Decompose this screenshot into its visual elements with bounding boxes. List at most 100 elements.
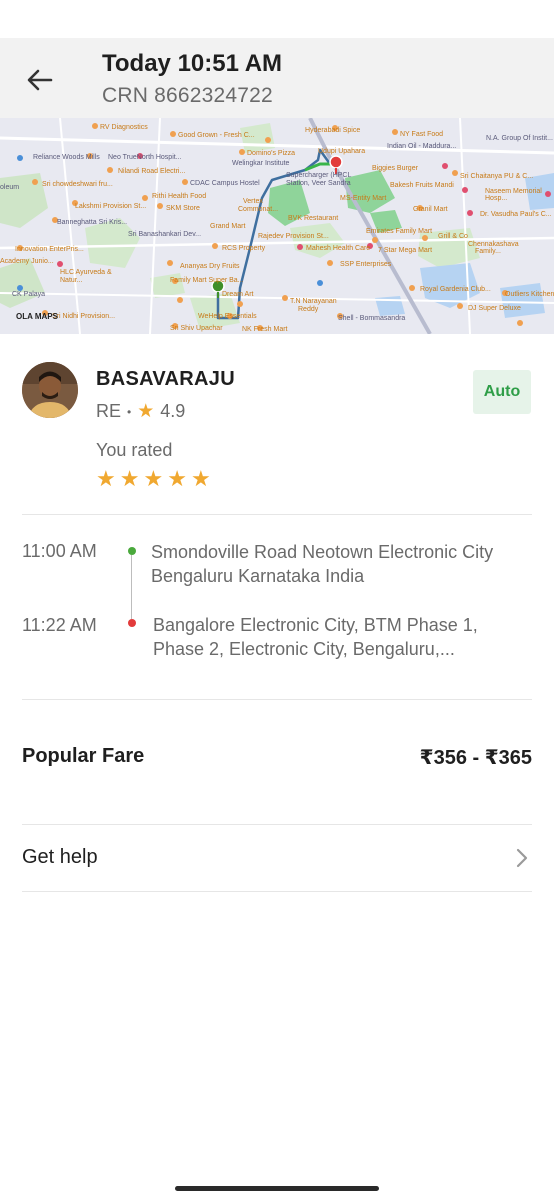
svg-text:oleum: oleum: [0, 184, 19, 191]
svg-text:Rajedev Provision St...: Rajedev Provision St...: [258, 233, 329, 240]
svg-text:Academy Junio...: Academy Junio...: [0, 258, 54, 265]
header: Today 10:51 AM CRN 8662324722: [0, 38, 554, 118]
map-canvas: RV Diagnostics Good Grown - Fresh C... H…: [0, 118, 554, 334]
svg-text:Station, Veer Sandra: Station, Veer Sandra: [286, 180, 351, 187]
driver-avatar: [22, 362, 78, 418]
svg-text:HLC Ayurveda &: HLC Ayurveda &: [60, 269, 112, 276]
star-icon: ★: [167, 466, 187, 491]
svg-text:NY Fast Food: NY Fast Food: [400, 131, 443, 138]
svg-text:Indian Oil - Maddura...: Indian Oil - Maddura...: [387, 143, 456, 150]
ride-datetime: Today 10:51 AM: [102, 50, 283, 77]
svg-text:Chennakashava: Chennakashava: [468, 241, 519, 248]
svg-text:WeHelp Essentials: WeHelp Essentials: [198, 313, 257, 320]
you-rated-label: You rated: [96, 440, 173, 460]
svg-text:Natur...: Natur...: [60, 277, 83, 284]
svg-text:Innovation EnterPris...: Innovation EnterPris...: [15, 246, 84, 253]
svg-text:CDAC Campus Hostel: CDAC Campus Hostel: [190, 180, 260, 187]
svg-text:Commonat...: Commonat...: [238, 206, 278, 213]
divider: [22, 514, 532, 515]
drop-dot-icon: [128, 619, 136, 627]
svg-text:Royal Gardenia Club...: Royal Gardenia Club...: [420, 286, 491, 293]
svg-text:Naseem Memorial: Naseem Memorial: [485, 188, 542, 195]
svg-text:Outliers Kitchen: Outliers Kitchen: [505, 291, 554, 298]
user-rating-stars: ★ ★ ★ ★ ★: [96, 468, 211, 490]
svg-text:Sri Banashankari Dev...: Sri Banashankari Dev...: [128, 231, 201, 238]
svg-text:Emirates Family Mart: Emirates Family Mart: [366, 228, 432, 235]
star-icon: ★: [119, 466, 140, 491]
status-bar: [0, 0, 554, 38]
route-map[interactable]: RV Diagnostics Good Grown - Fresh C... H…: [0, 118, 554, 334]
drop-time: 11:22 AM: [22, 615, 97, 635]
back-button[interactable]: [18, 58, 62, 102]
driver-name: BASAVARAJU: [96, 368, 235, 390]
star-icon: ★: [143, 466, 164, 491]
star-icon: ★: [190, 466, 211, 491]
svg-text:Grand Mart: Grand Mart: [210, 223, 245, 230]
crn-number: CRN 8662324722: [102, 84, 273, 107]
svg-text:Nilandi Road Electri...: Nilandi Road Electri...: [118, 168, 185, 175]
svg-text:SKM Store: SKM Store: [166, 205, 200, 212]
svg-text:Sri Chaitanya PU & C...: Sri Chaitanya PU & C...: [460, 173, 533, 180]
svg-text:Domino's Pizza: Domino's Pizza: [247, 150, 295, 157]
svg-text:Rithi Health Food: Rithi Health Food: [152, 193, 206, 200]
svg-text:Lakshmi Provision St...: Lakshmi Provision St...: [75, 203, 146, 210]
separator-dot: •: [127, 404, 132, 419]
map-watermark: OLA MAPS: [16, 312, 59, 321]
drop-address: Bangalore Electronic City, BTM Phase 1, …: [153, 615, 478, 659]
svg-text:Shell - Bommasandra: Shell - Bommasandra: [338, 315, 405, 322]
svg-text:Reliance Woods Mills: Reliance Woods Mills: [33, 154, 100, 161]
svg-text:Banneghatta Sri Kris...: Banneghatta Sri Kris...: [57, 219, 127, 226]
svg-text:Sri Nidhi Provision...: Sri Nidhi Provision...: [52, 313, 115, 320]
home-indicator[interactable]: [175, 1186, 379, 1191]
svg-text:CK Palaya: CK Palaya: [12, 291, 45, 298]
svg-text:Welingkar Institute: Welingkar Institute: [232, 160, 290, 167]
get-help-row[interactable]: Get help: [0, 826, 554, 890]
pickup-time: 11:00 AM: [22, 541, 97, 561]
svg-text:Good Grown - Fresh C...: Good Grown - Fresh C...: [178, 132, 255, 139]
svg-text:Biggies Burger: Biggies Burger: [372, 165, 419, 172]
svg-text:T.N Narayanan: T.N Narayanan: [290, 298, 337, 305]
svg-text:Ananyas Dry Fruits: Ananyas Dry Fruits: [180, 263, 240, 270]
svg-text:Reddy: Reddy: [298, 306, 319, 313]
arrow-left-icon: [27, 69, 53, 91]
svg-text:Hosp...: Hosp...: [485, 195, 507, 202]
svg-text:MS-Entity Mart: MS-Entity Mart: [340, 195, 386, 202]
driver-meta: RE • ★ 4.9: [96, 400, 185, 423]
star-icon: ★: [96, 466, 116, 491]
divider: [22, 824, 532, 825]
driver-card: BASAVARAJU RE • ★ 4.9 Auto You rated ★ ★…: [0, 334, 554, 514]
route-connector: [131, 555, 132, 619]
svg-text:SSP Enterprises: SSP Enterprises: [340, 261, 392, 268]
svg-text:Family Mart Super Ba...: Family Mart Super Ba...: [170, 277, 244, 284]
star-icon: ★: [137, 401, 155, 422]
chevron-right-icon: [516, 848, 528, 868]
pickup-address: Smondoville Road Neotown Electronic City…: [151, 542, 494, 586]
svg-text:Bakesh Fruits Mandi: Bakesh Fruits Mandi: [390, 182, 454, 189]
svg-text:Sri chowdeshwari fru...: Sri chowdeshwari fru...: [42, 181, 113, 188]
svg-text:Sri Shiv Upachar: Sri Shiv Upachar: [170, 325, 223, 332]
get-help-label: Get help: [22, 846, 98, 868]
svg-text:Neo TrueNorth Hospit...: Neo TrueNorth Hospit...: [108, 154, 182, 161]
svg-text:Dr. Vasudha Paul's C...: Dr. Vasudha Paul's C...: [480, 211, 552, 218]
vehicle-type-badge: Auto: [473, 370, 531, 414]
divider: [22, 891, 532, 892]
fare-value: ₹356 - ₹365: [419, 747, 532, 769]
svg-text:Mahesh Health Care: Mahesh Health Care: [306, 245, 370, 252]
svg-text:RV Diagnostics: RV Diagnostics: [100, 124, 148, 131]
svg-text:Dream Art: Dream Art: [222, 291, 254, 298]
svg-text:N.A. Group Of Instit...: N.A. Group Of Instit...: [486, 135, 553, 142]
svg-text:Granil Mart: Granil Mart: [413, 206, 448, 213]
svg-text:Supercharger (HPCL: Supercharger (HPCL: [286, 172, 351, 179]
svg-text:RCS Property: RCS Property: [222, 245, 266, 252]
svg-text:Vertex: Vertex: [243, 198, 263, 205]
svg-text:Hyderabadi Spice: Hyderabadi Spice: [305, 127, 360, 134]
svg-text:Udupi Upahara: Udupi Upahara: [318, 148, 365, 155]
svg-text:Family...: Family...: [475, 248, 501, 255]
svg-text:BVK Restaurant: BVK Restaurant: [288, 215, 338, 222]
svg-text:NK Fresh Mart: NK Fresh Mart: [242, 326, 288, 333]
divider: [22, 699, 532, 700]
svg-text:Grill & Co: Grill & Co: [438, 233, 468, 240]
svg-text:DJ Super Deluxe: DJ Super Deluxe: [468, 305, 521, 312]
svg-text:7 Star Mega Mart: 7 Star Mega Mart: [378, 247, 432, 254]
fare-label: Popular Fare: [22, 745, 145, 767]
